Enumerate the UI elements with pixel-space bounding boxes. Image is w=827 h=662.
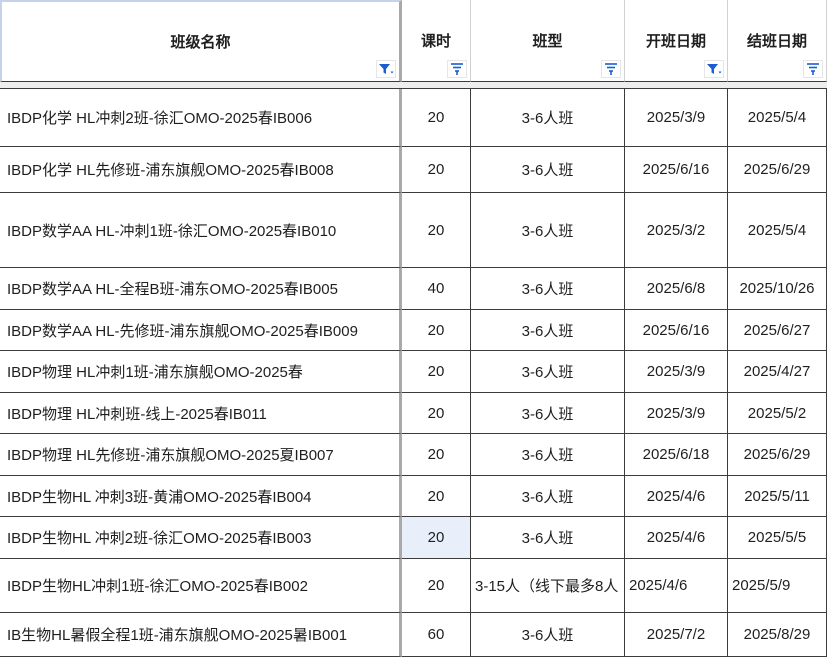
table-row: IBDP化学 HL冲刺2班-徐汇OMO-2025春IB006 20 3-6人班 … bbox=[0, 88, 827, 147]
cell-start-date[interactable]: 2025/3/2 bbox=[625, 193, 728, 268]
header-row: 班级名称 课时 班型 开班日期 结班日期 bbox=[0, 0, 827, 82]
cell-hours[interactable]: 20 bbox=[402, 193, 471, 268]
header-class-type-label: 班型 bbox=[532, 33, 563, 50]
table-row: IBDP物理 HL先修班-浦东旗舰OMO-2025夏IB007 20 3-6人班… bbox=[0, 434, 827, 476]
cell-hours[interactable]: 40 bbox=[402, 268, 471, 310]
cell-end-date[interactable]: 2025/6/27 bbox=[728, 310, 827, 351]
cell-end-date[interactable]: 2025/10/26 bbox=[728, 268, 827, 310]
header-class-name[interactable]: 班级名称 bbox=[0, 0, 402, 82]
cell-hours[interactable]: 20 bbox=[402, 310, 471, 351]
cell-start-date[interactable]: 2025/6/18 bbox=[625, 434, 728, 476]
cell-end-date[interactable]: 2025/5/4 bbox=[728, 88, 827, 147]
cell-start-date[interactable]: 2025/3/9 bbox=[625, 393, 728, 434]
cell-hours[interactable]: 60 bbox=[402, 613, 471, 657]
cell-hours[interactable]: 20 bbox=[402, 559, 471, 613]
cell-end-date[interactable]: 2025/5/2 bbox=[728, 393, 827, 434]
cell-end-date[interactable]: 2025/5/5 bbox=[728, 517, 827, 559]
cell-start-date[interactable]: 2025/6/16 bbox=[625, 147, 728, 193]
cell-class-name[interactable]: IBDP化学 HL冲刺2班-徐汇OMO-2025春IB006 bbox=[0, 88, 402, 147]
filter-active-icon[interactable] bbox=[376, 60, 396, 78]
cell-class-name[interactable]: IBDP生物HL冲刺1班-徐汇OMO-2025春IB002 bbox=[0, 559, 402, 613]
cell-class-name[interactable]: IBDP生物HL 冲刺2班-徐汇OMO-2025春IB003 bbox=[0, 517, 402, 559]
table-row: IBDP数学AA HL-冲刺1班-徐汇OMO-2025春IB010 20 3-6… bbox=[0, 193, 827, 268]
cell-class-name[interactable]: IBDP数学AA HL-先修班-浦东旗舰OMO-2025春IB009 bbox=[0, 310, 402, 351]
cell-class-name[interactable]: IBDP化学 HL先修班-浦东旗舰OMO-2025春IB008 bbox=[0, 147, 402, 193]
header-hours[interactable]: 课时 bbox=[402, 0, 471, 82]
filter-active-icon[interactable] bbox=[704, 60, 724, 78]
filter-icon[interactable] bbox=[803, 60, 823, 78]
cell-hours[interactable]: 20 bbox=[402, 351, 471, 393]
table-row: IBDP数学AA HL-先修班-浦东旗舰OMO-2025春IB009 20 3-… bbox=[0, 310, 827, 351]
filter-icon[interactable] bbox=[447, 60, 467, 78]
cell-hours[interactable]: 20 bbox=[402, 88, 471, 147]
cell-start-date[interactable]: 2025/4/6 bbox=[625, 559, 728, 613]
cell-start-date[interactable]: 2025/6/16 bbox=[625, 310, 728, 351]
cell-class-name[interactable]: IB生物HL暑假全程1班-浦东旗舰OMO-2025暑IB001 bbox=[0, 613, 402, 657]
cell-class-type[interactable]: 3-6人班 bbox=[471, 434, 625, 476]
cell-class-name[interactable]: IBDP物理 HL冲刺1班-浦东旗舰OMO-2025春 bbox=[0, 351, 402, 393]
cell-class-name[interactable]: IBDP数学AA HL-全程B班-浦东OMO-2025春IB005 bbox=[0, 268, 402, 310]
cell-class-name[interactable]: IBDP物理 HL冲刺班-线上-2025春IB011 bbox=[0, 393, 402, 434]
cell-end-date[interactable]: 2025/5/9 bbox=[728, 559, 827, 613]
header-end-date-label: 结班日期 bbox=[746, 33, 807, 50]
cell-start-date[interactable]: 2025/4/6 bbox=[625, 517, 728, 559]
cell-start-date[interactable]: 2025/4/6 bbox=[625, 476, 728, 517]
filter-icon[interactable] bbox=[601, 60, 621, 78]
cell-class-type[interactable]: 3-6人班 bbox=[471, 147, 625, 193]
cell-start-date[interactable]: 2025/3/9 bbox=[625, 351, 728, 393]
header-class-name-label: 班级名称 bbox=[170, 34, 231, 51]
cell-end-date[interactable]: 2025/4/27 bbox=[728, 351, 827, 393]
cell-end-date[interactable]: 2025/8/29 bbox=[728, 613, 827, 657]
cell-hours[interactable]: 20 bbox=[402, 147, 471, 193]
cell-class-type[interactable]: 3-6人班 bbox=[471, 393, 625, 434]
cell-class-name[interactable]: IBDP数学AA HL-冲刺1班-徐汇OMO-2025春IB010 bbox=[0, 193, 402, 268]
table-row: IBDP物理 HL冲刺班-线上-2025春IB011 20 3-6人班 2025… bbox=[0, 393, 827, 434]
cell-class-type[interactable]: 3-6人班 bbox=[471, 351, 625, 393]
cell-end-date[interactable]: 2025/5/4 bbox=[728, 193, 827, 268]
divider bbox=[0, 88, 827, 89]
cell-start-date[interactable]: 2025/6/8 bbox=[625, 268, 728, 310]
table-row: IB生物HL暑假全程1班-浦东旗舰OMO-2025暑IB001 60 3-6人班… bbox=[0, 613, 827, 657]
cell-class-name[interactable]: IBDP物理 HL先修班-浦东旗舰OMO-2025夏IB007 bbox=[0, 434, 402, 476]
table-row: IBDP物理 HL冲刺1班-浦东旗舰OMO-2025春 20 3-6人班 202… bbox=[0, 351, 827, 393]
cell-hours-selected[interactable]: 20 bbox=[402, 517, 471, 559]
header-start-date[interactable]: 开班日期 bbox=[625, 0, 728, 82]
header-end-date[interactable]: 结班日期 bbox=[728, 0, 827, 82]
table-body: IBDP化学 HL冲刺2班-徐汇OMO-2025春IB006 20 3-6人班 … bbox=[0, 88, 827, 657]
table-row: IBDP生物HL 冲刺3班-黄浦OMO-2025春IB004 20 3-6人班 … bbox=[0, 476, 827, 517]
cell-class-type[interactable]: 3-6人班 bbox=[471, 613, 625, 657]
cell-start-date[interactable]: 2025/7/2 bbox=[625, 613, 728, 657]
cell-class-type[interactable]: 3-6人班 bbox=[471, 476, 625, 517]
cell-start-date[interactable]: 2025/3/9 bbox=[625, 88, 728, 147]
cell-hours[interactable]: 20 bbox=[402, 434, 471, 476]
cell-class-type[interactable]: 3-6人班 bbox=[471, 193, 625, 268]
table-row: IBDP数学AA HL-全程B班-浦东OMO-2025春IB005 40 3-6… bbox=[0, 268, 827, 310]
cell-class-type[interactable]: 3-15人（线下最多8人 bbox=[471, 559, 625, 613]
header-class-type[interactable]: 班型 bbox=[471, 0, 625, 82]
cell-end-date[interactable]: 2025/6/29 bbox=[728, 147, 827, 193]
table-row: IBDP化学 HL先修班-浦东旗舰OMO-2025春IB008 20 3-6人班… bbox=[0, 147, 827, 193]
cell-class-type[interactable]: 3-6人班 bbox=[471, 517, 625, 559]
spreadsheet: 班级名称 课时 班型 开班日期 结班日期 IBDP化学 HL冲刺2班-徐汇OMO… bbox=[0, 0, 827, 662]
header-hours-label: 课时 bbox=[420, 33, 451, 50]
table-row: IBDP生物HL 冲刺2班-徐汇OMO-2025春IB003 20 3-6人班 … bbox=[0, 517, 827, 559]
cell-hours[interactable]: 20 bbox=[402, 476, 471, 517]
header-start-date-label: 开班日期 bbox=[645, 33, 706, 50]
cell-end-date[interactable]: 2025/5/11 bbox=[728, 476, 827, 517]
cell-class-type[interactable]: 3-6人班 bbox=[471, 88, 625, 147]
cell-end-date[interactable]: 2025/6/29 bbox=[728, 434, 827, 476]
cell-class-type[interactable]: 3-6人班 bbox=[471, 310, 625, 351]
table-row: IBDP生物HL冲刺1班-徐汇OMO-2025春IB002 20 3-15人（线… bbox=[0, 559, 827, 613]
cell-hours[interactable]: 20 bbox=[402, 393, 471, 434]
cell-class-name[interactable]: IBDP生物HL 冲刺3班-黄浦OMO-2025春IB004 bbox=[0, 476, 402, 517]
cell-class-type[interactable]: 3-6人班 bbox=[471, 268, 625, 310]
